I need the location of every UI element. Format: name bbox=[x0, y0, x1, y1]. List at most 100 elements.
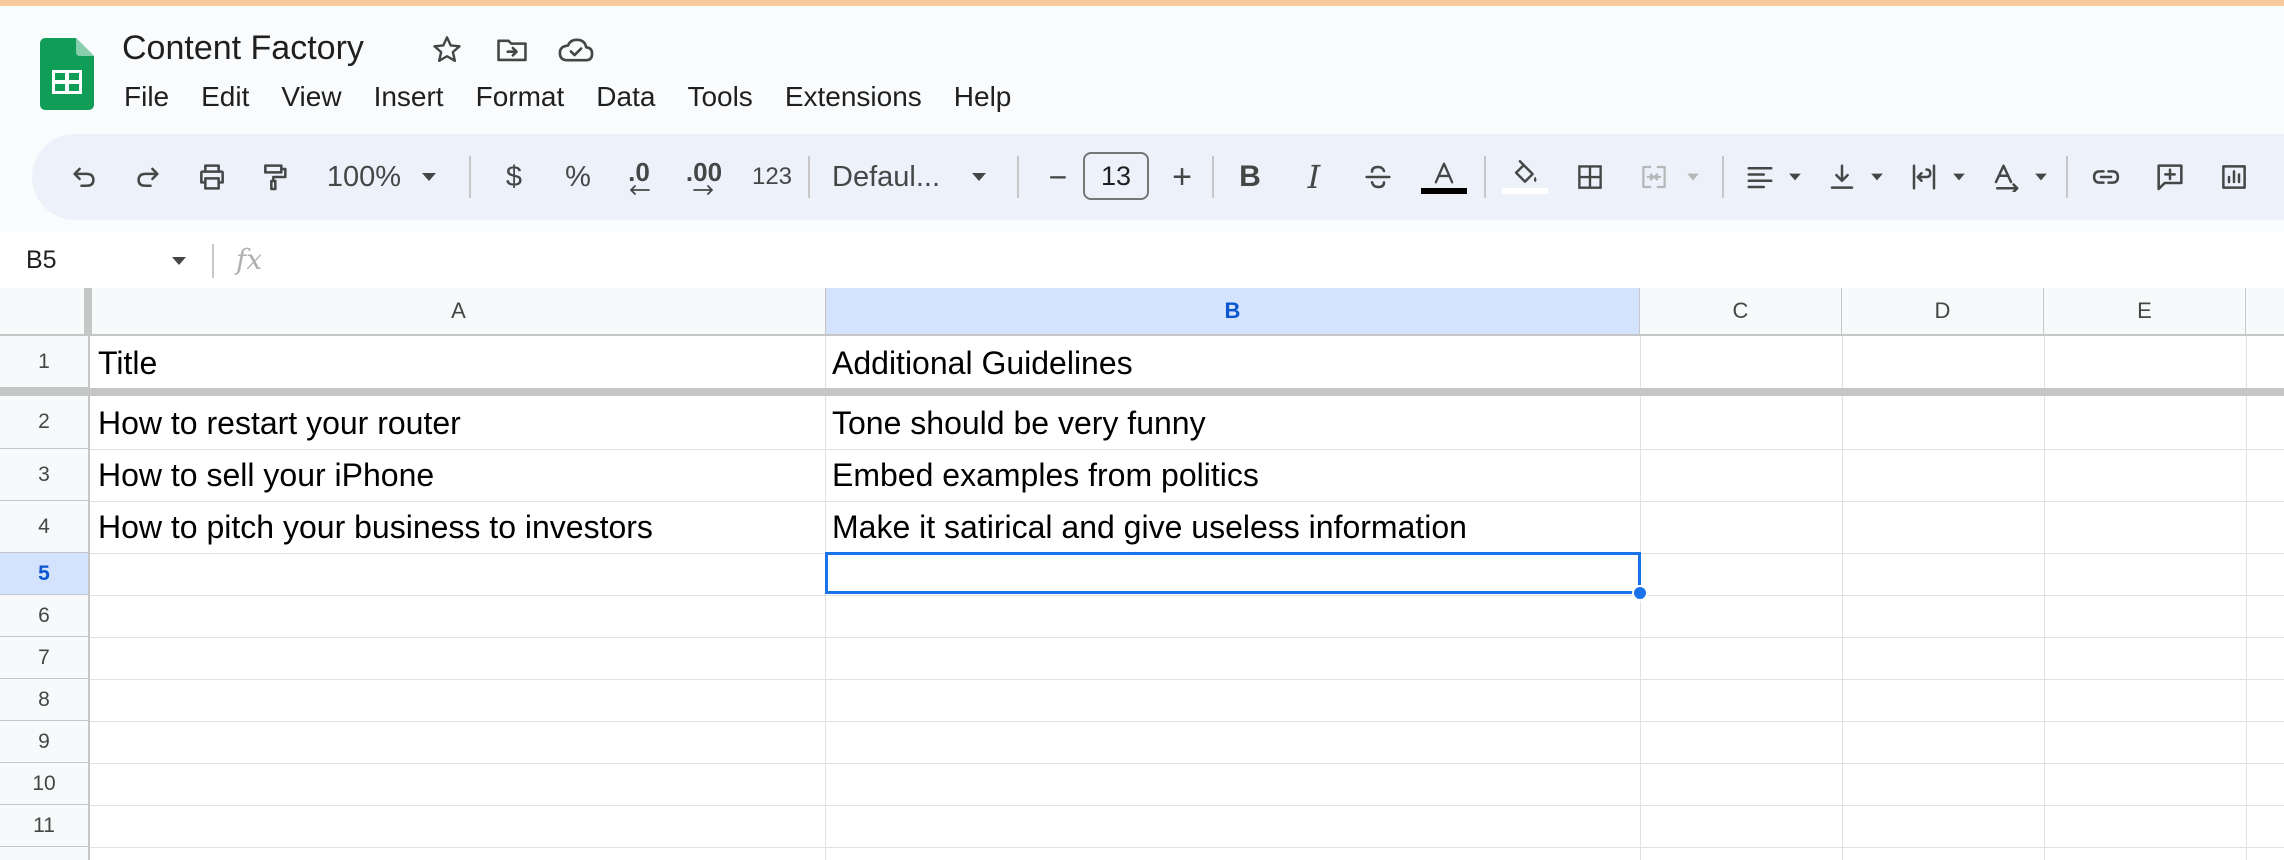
column-header-c[interactable]: C bbox=[1640, 288, 1842, 336]
row-header-11[interactable]: 11 bbox=[0, 805, 90, 847]
align-chevron-down-icon[interactable] bbox=[1782, 155, 1808, 199]
cell-b3[interactable]: Embed examples from politics bbox=[832, 455, 1636, 495]
merge-cells-icon[interactable] bbox=[1632, 155, 1676, 199]
menu-insert[interactable]: Insert bbox=[358, 76, 460, 118]
menu-extensions[interactable]: Extensions bbox=[769, 76, 938, 118]
cell-b1[interactable]: Additional Guidelines bbox=[832, 343, 1636, 383]
font-family-chevron-down-icon[interactable] bbox=[964, 155, 994, 199]
move-to-folder-icon[interactable] bbox=[492, 30, 532, 70]
cell-a3[interactable]: How to sell your iPhone bbox=[98, 455, 820, 495]
font-family-select[interactable]: Defaul... bbox=[832, 155, 982, 199]
row-gridline bbox=[90, 679, 2284, 680]
row-header-6[interactable]: 6 bbox=[0, 595, 90, 637]
print-icon[interactable] bbox=[190, 155, 234, 199]
rotation-chevron-down-icon[interactable] bbox=[2028, 155, 2054, 199]
menu-file[interactable]: File bbox=[108, 76, 185, 118]
name-box-chevron-down-icon[interactable] bbox=[170, 254, 188, 272]
freeze-column-handle[interactable] bbox=[84, 288, 92, 336]
text-wrapping-icon[interactable] bbox=[1902, 155, 1946, 199]
row-gridline bbox=[90, 637, 2284, 638]
cell-a1[interactable]: Title bbox=[98, 343, 820, 383]
row-gridline bbox=[90, 763, 2284, 764]
column-header-f[interactable] bbox=[2246, 288, 2284, 336]
row-header-2[interactable]: 2 bbox=[0, 396, 90, 449]
fill-color-icon[interactable] bbox=[1500, 155, 1550, 199]
paint-format-icon[interactable] bbox=[254, 155, 298, 199]
fx-icon: fx bbox=[236, 243, 263, 276]
row-gridline bbox=[90, 721, 2284, 722]
bold-button[interactable]: B bbox=[1228, 155, 1272, 199]
insert-comment-icon[interactable] bbox=[2148, 155, 2192, 199]
vertical-align-icon[interactable] bbox=[1820, 155, 1864, 199]
formula-input[interactable] bbox=[280, 240, 2260, 280]
menu-data[interactable]: Data bbox=[580, 76, 671, 118]
redo-icon[interactable] bbox=[126, 155, 170, 199]
text-color-icon[interactable] bbox=[1420, 155, 1468, 199]
toolbar-divider bbox=[469, 156, 471, 198]
toolbar: 100% $ % .0 .00 123 Defaul... − + B I bbox=[32, 134, 2284, 220]
increase-decimal-button[interactable]: .00 bbox=[676, 155, 732, 199]
row-header-1[interactable]: 1 bbox=[0, 336, 90, 388]
font-size-input[interactable]: 13 bbox=[1083, 152, 1149, 200]
menu-tools[interactable]: Tools bbox=[671, 76, 768, 118]
row-header-9[interactable]: 9 bbox=[0, 721, 90, 763]
arrow-left-icon bbox=[630, 185, 650, 195]
valign-chevron-down-icon[interactable] bbox=[1864, 155, 1890, 199]
menu-edit[interactable]: Edit bbox=[185, 76, 265, 118]
horizontal-align-icon[interactable] bbox=[1738, 155, 1782, 199]
zoom-chevron-down-icon[interactable] bbox=[414, 155, 444, 199]
row-gridline bbox=[90, 847, 2284, 848]
decrease-font-size-button[interactable]: − bbox=[1036, 155, 1080, 199]
decrease-decimal-button[interactable]: .0 bbox=[614, 155, 664, 199]
insert-link-icon[interactable] bbox=[2084, 155, 2128, 199]
select-all-corner[interactable] bbox=[0, 288, 90, 336]
row-header-12[interactable] bbox=[0, 847, 90, 860]
cell-b2[interactable]: Tone should be very funny bbox=[832, 403, 1636, 443]
row-gridline bbox=[90, 449, 2284, 450]
fill-handle[interactable] bbox=[1632, 585, 1648, 601]
text-rotation-icon[interactable] bbox=[1984, 155, 2028, 199]
format-percent-button[interactable]: % bbox=[556, 155, 600, 199]
insert-chart-icon[interactable] bbox=[2212, 155, 2256, 199]
column-gridline bbox=[825, 336, 826, 860]
row-header-5[interactable]: 5 bbox=[0, 553, 90, 595]
row-header-3[interactable]: 3 bbox=[0, 449, 90, 501]
formula-bar: B5 fx bbox=[0, 232, 2284, 288]
column-header-a[interactable]: A bbox=[92, 288, 826, 336]
freeze-row-handle[interactable] bbox=[0, 388, 2284, 396]
column-header-d[interactable]: D bbox=[1842, 288, 2044, 336]
row-header-4[interactable]: 4 bbox=[0, 501, 90, 553]
zoom-select[interactable]: 100% bbox=[324, 155, 404, 199]
row-header-10[interactable]: 10 bbox=[0, 763, 90, 805]
italic-button[interactable]: I bbox=[1292, 155, 1336, 199]
star-icon[interactable] bbox=[427, 30, 467, 70]
document-title[interactable]: Content Factory bbox=[122, 26, 364, 70]
row-header-7[interactable]: 7 bbox=[0, 637, 90, 679]
toolbar-divider bbox=[1212, 156, 1214, 198]
menu-help[interactable]: Help bbox=[938, 76, 1028, 118]
borders-icon[interactable] bbox=[1568, 155, 1612, 199]
column-header-e[interactable]: E bbox=[2044, 288, 2246, 336]
formula-divider bbox=[212, 244, 214, 278]
menu-view[interactable]: View bbox=[265, 76, 357, 118]
cell-a4[interactable]: How to pitch your business to investors bbox=[98, 507, 820, 547]
menu-bar: File Edit View Insert Format Data Tools … bbox=[108, 76, 1027, 118]
name-box[interactable]: B5 bbox=[26, 242, 57, 278]
row-header-8[interactable]: 8 bbox=[0, 679, 90, 721]
format-currency-button[interactable]: $ bbox=[492, 155, 536, 199]
strikethrough-icon[interactable] bbox=[1356, 155, 1400, 199]
merge-chevron-down-icon[interactable] bbox=[1680, 155, 1706, 199]
cell-a2[interactable]: How to restart your router bbox=[98, 403, 820, 443]
wrap-chevron-down-icon[interactable] bbox=[1946, 155, 1972, 199]
row-gridline bbox=[90, 805, 2284, 806]
more-formats-button[interactable]: 123 bbox=[744, 155, 800, 199]
sheets-logo-icon[interactable] bbox=[40, 38, 94, 110]
selected-cell-b5[interactable] bbox=[825, 552, 1641, 594]
menu-format[interactable]: Format bbox=[460, 76, 581, 118]
increase-font-size-button[interactable]: + bbox=[1160, 155, 1204, 199]
cloud-saved-icon[interactable] bbox=[556, 30, 596, 70]
sheet-grid: A B C D E 1 2 3 4 5 6 7 8 9 10 11 Title bbox=[0, 288, 2284, 860]
cell-b4[interactable]: Make it satirical and give useless infor… bbox=[832, 507, 1636, 547]
undo-icon[interactable] bbox=[62, 155, 106, 199]
column-header-b[interactable]: B bbox=[826, 288, 1640, 336]
